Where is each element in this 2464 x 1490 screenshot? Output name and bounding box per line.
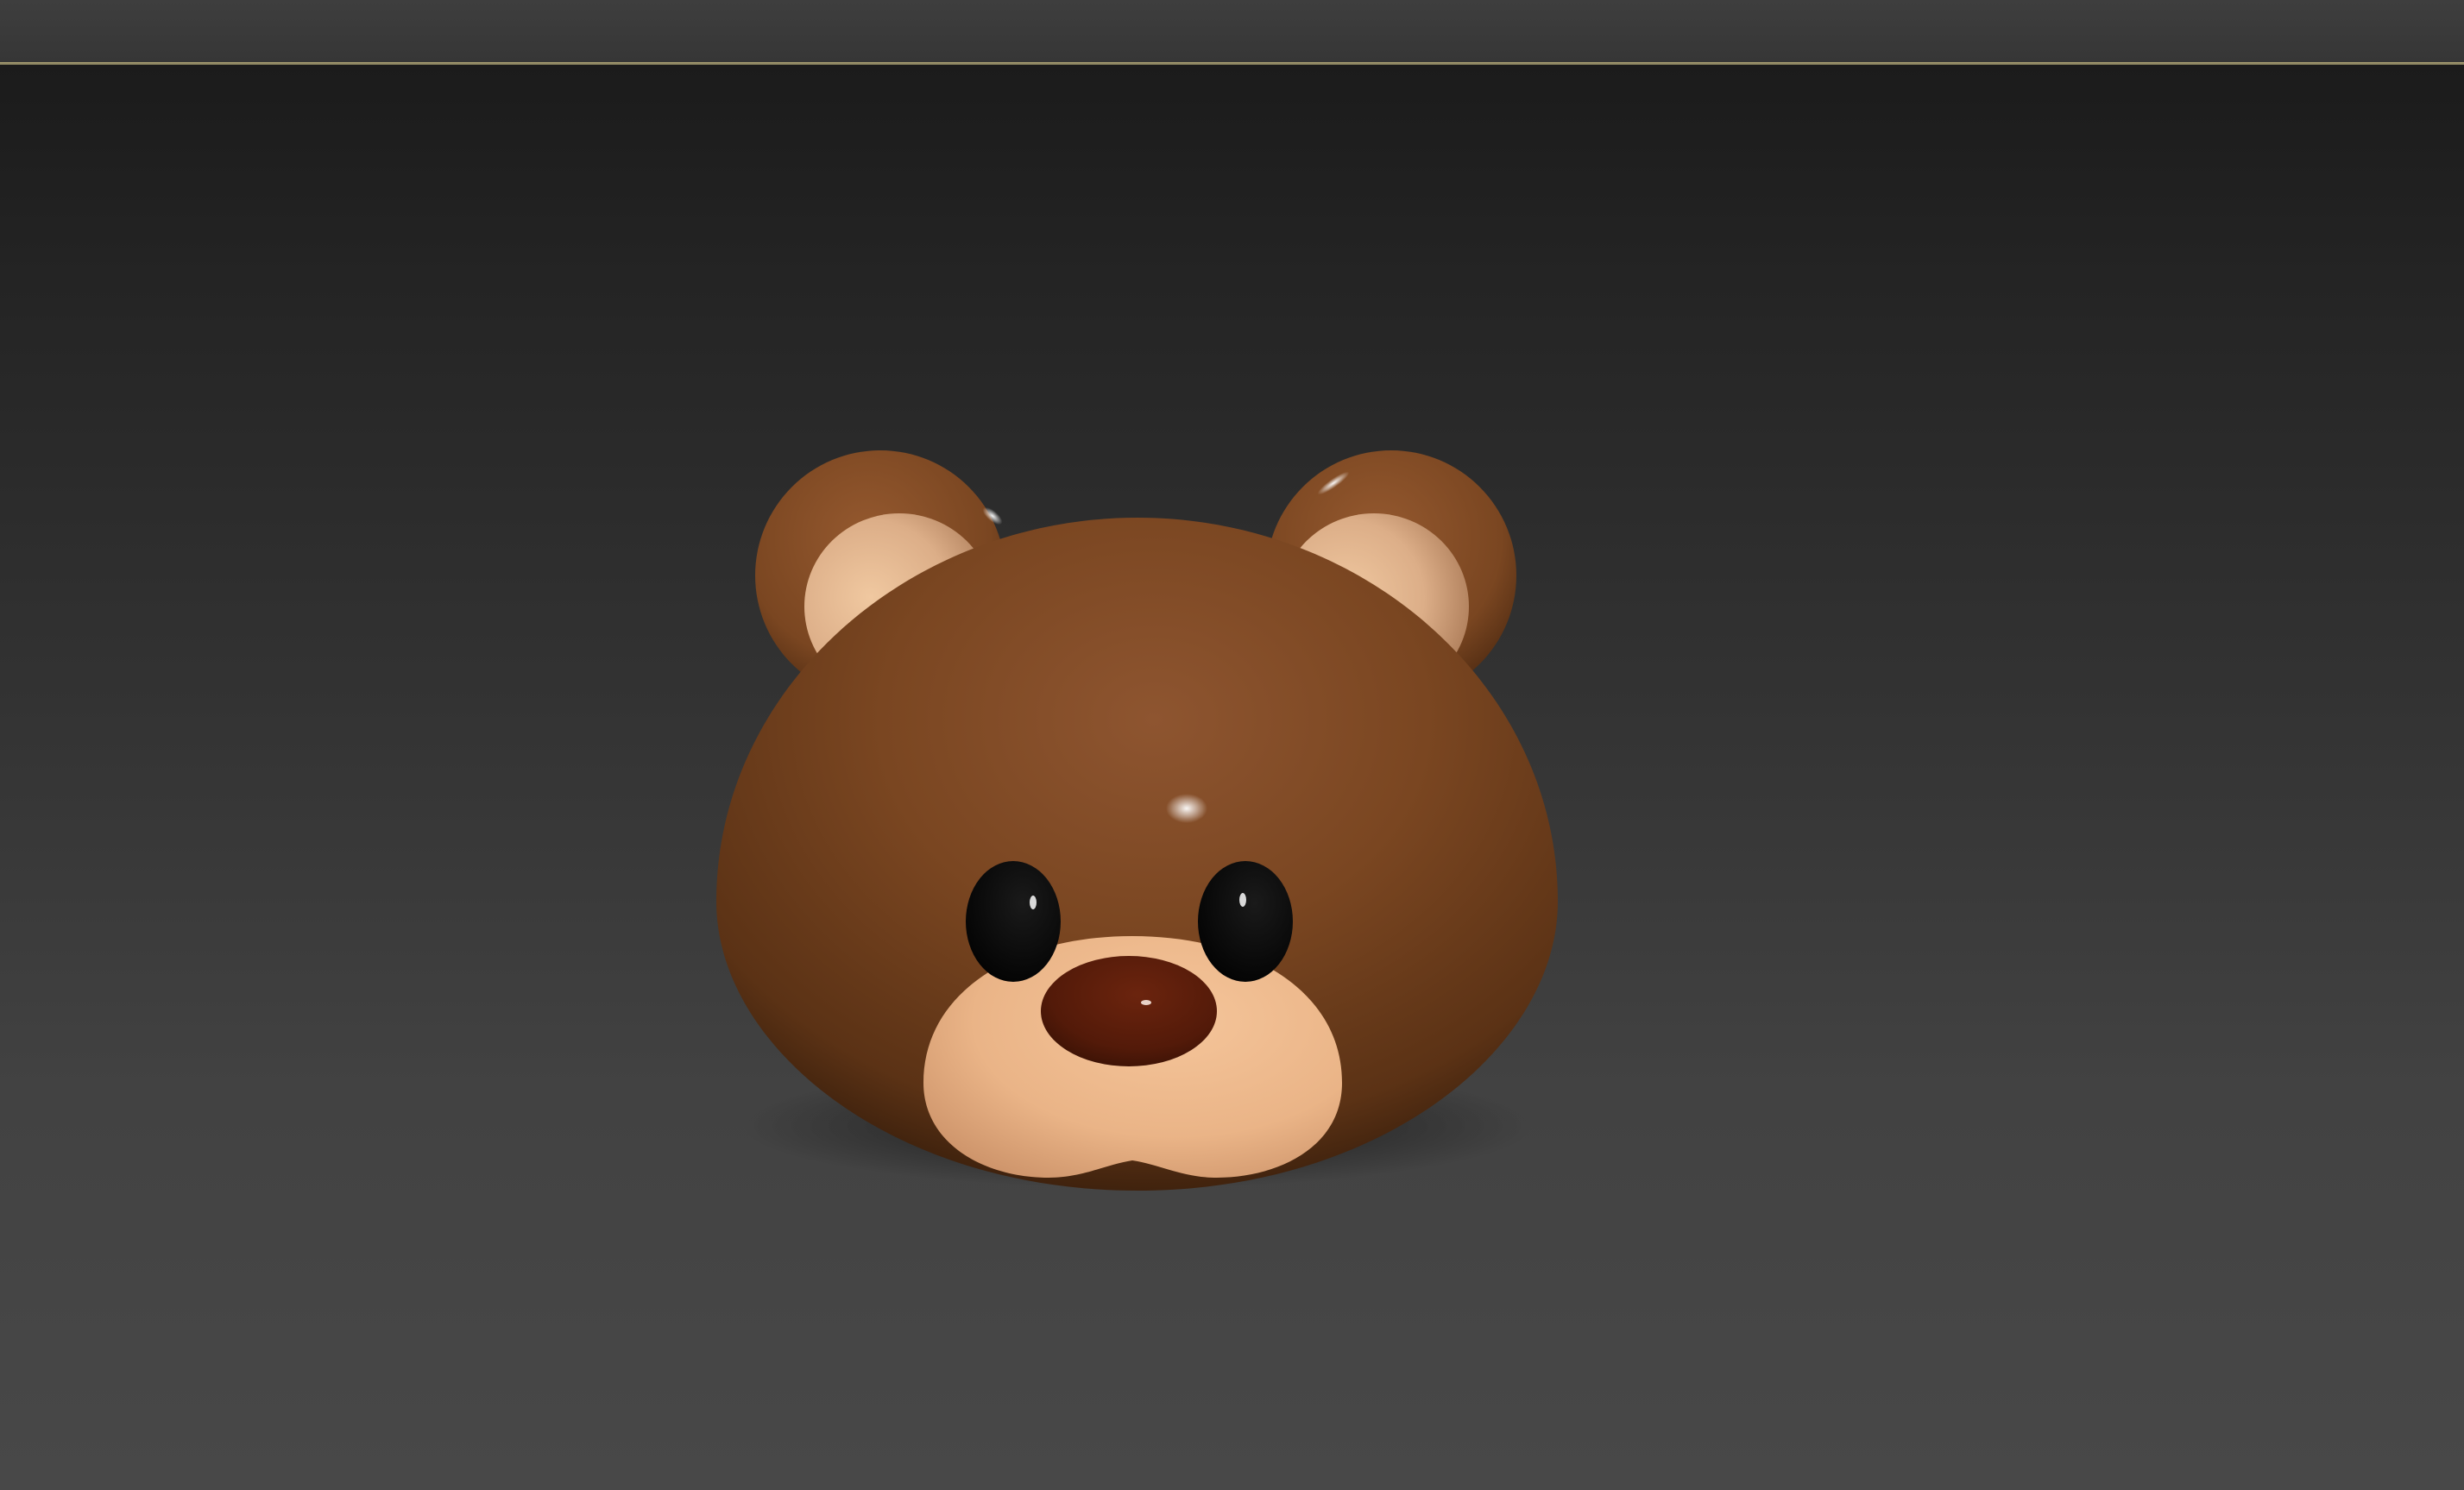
- nose-glint: [1141, 1000, 1151, 1005]
- modeling-app-window: [0, 0, 2464, 1490]
- perspective-viewport[interactable]: [0, 65, 2464, 1490]
- scene-canvas[interactable]: [0, 65, 2464, 1490]
- nose[interactable]: [1041, 956, 1217, 1066]
- left-eye-glint: [1030, 896, 1037, 909]
- right-eye-glint: [1239, 893, 1246, 907]
- right-eye[interactable]: [1198, 861, 1293, 982]
- bear-head-model[interactable]: [716, 450, 1558, 1191]
- viewport-top-bar: [0, 0, 2464, 62]
- left-eye[interactable]: [966, 861, 1061, 982]
- head-highlight: [1166, 794, 1207, 823]
